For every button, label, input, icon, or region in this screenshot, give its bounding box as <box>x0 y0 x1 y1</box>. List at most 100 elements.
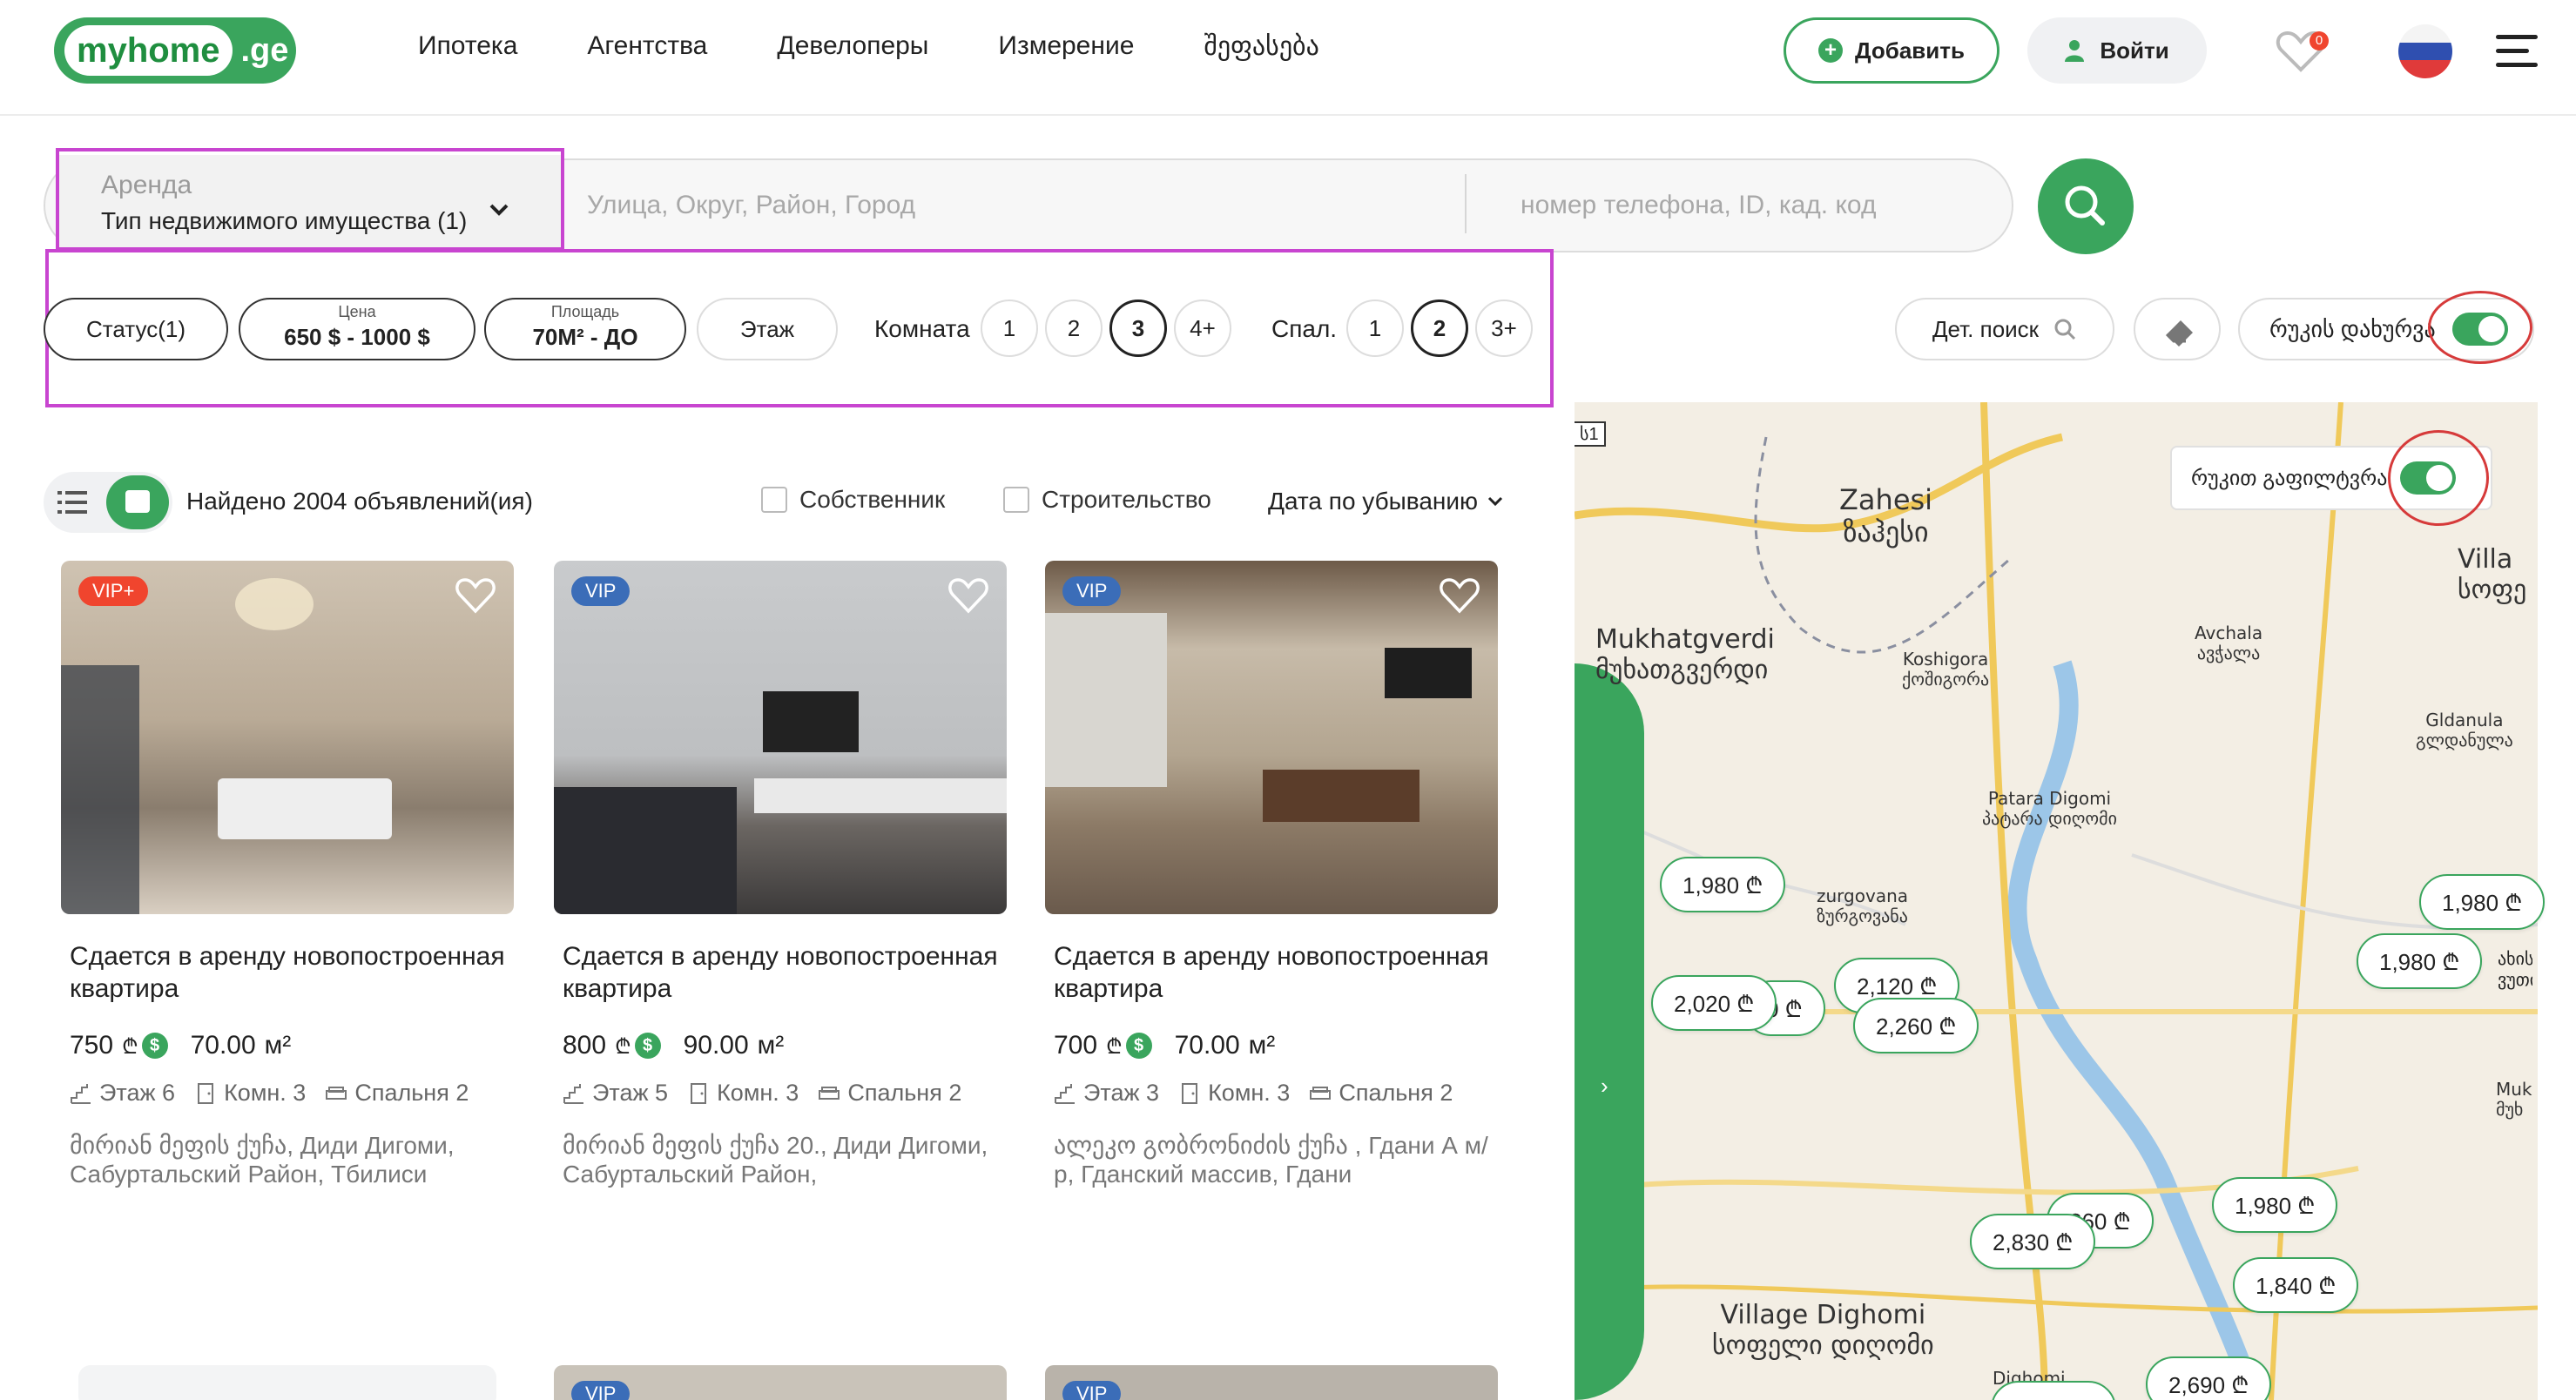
add-listing-button[interactable]: + Добавить <box>1784 17 1999 84</box>
area-filter-value: 70M² - ДО <box>532 323 638 350</box>
listing-title[interactable]: Сдается в аренду новопостроенная квартир… <box>563 940 1007 1005</box>
road-sign: ს1 <box>1575 421 1606 447</box>
highlight-deal-box <box>56 148 564 251</box>
detailed-search-button[interactable]: Дет. поиск <box>1895 298 2114 360</box>
bedrooms-option-3plus[interactable]: 3+ <box>1475 300 1533 357</box>
nav-developers[interactable]: Девелоперы <box>777 31 928 62</box>
area-filter-label: Площадь <box>550 303 620 320</box>
map-price-marker[interactable]: 1,980 ₾ <box>2357 933 2483 989</box>
construction-checkbox-box[interactable] <box>1003 487 1029 513</box>
listing-rooms: Комн. 3 <box>224 1080 307 1106</box>
door-icon <box>198 1082 214 1104</box>
nav-evaluation[interactable]: შეფასება <box>1204 31 1318 62</box>
rooms-option-3[interactable]: 3 <box>1109 300 1167 357</box>
myhome-logo[interactable]: myhome .ge <box>54 17 296 84</box>
map-price-marker[interactable]: 1,980 ₾ <box>2419 874 2546 930</box>
bedrooms-option-2[interactable]: 2 <box>1411 300 1468 357</box>
search-divider <box>1465 174 1467 233</box>
map-price-marker[interactable]: 2,690 ₾ <box>2146 1356 2272 1400</box>
rooms-label: Комната <box>874 315 970 342</box>
nav-agencies[interactable]: Агентства <box>587 31 707 62</box>
main-nav: Ипотека Агентства Девелоперы Измерение შ… <box>418 31 1319 62</box>
listing-area: 90.00 <box>683 1031 749 1060</box>
listing-title[interactable]: Сдается в аренду новопостроенная квартир… <box>70 940 514 1005</box>
price-filter-value: 650 $ - 1000 $ <box>284 323 430 350</box>
place-mukhatgverdi: Mukhatgverdi მუხათგვერდი <box>1595 624 1775 685</box>
grid-view-icon[interactable] <box>106 475 169 529</box>
owner-checkbox-box[interactable] <box>761 487 787 513</box>
listing-price-row: 750 ₾ $ 70.00 м² <box>70 1031 514 1060</box>
login-button[interactable]: Войти <box>2027 17 2207 84</box>
results-count: Найдено 2004 объявлений(ия) <box>186 488 533 515</box>
user-icon <box>2065 40 2085 62</box>
listing-photo[interactable]: VIP <box>554 561 1007 914</box>
chevron-down-icon <box>1487 496 1503 507</box>
rooms-option-2[interactable]: 2 <box>1045 300 1103 357</box>
language-flag-ru-icon[interactable] <box>2398 24 2452 78</box>
listing-photo[interactable]: VIP <box>1045 561 1498 914</box>
place-zahesi: Zahesi ზაჰესი <box>1839 483 1933 549</box>
listing-title[interactable]: Сдается в аренду новопостроенная квартир… <box>1054 940 1498 1005</box>
map-price-marker[interactable]: 2,020 ₾ <box>1651 975 1777 1031</box>
lari-icon[interactable]: ₾ <box>122 1032 138 1060</box>
list-view-icon[interactable] <box>57 489 89 515</box>
price-filter[interactable]: Цена 650 $ - 1000 $ <box>239 298 475 360</box>
listing-address: მირიან მეფის ქუჩა, Диди Дигоми, Сабуртал… <box>70 1132 455 1188</box>
id-search-input[interactable] <box>1480 171 1994 240</box>
map-price-marker[interactable]: 1,840 ₾ <box>2233 1257 2359 1313</box>
place-village-dighomi: Village Dighomi სოფელი დიღომი <box>1712 1300 1934 1361</box>
listing-card-partial[interactable] <box>78 1365 496 1400</box>
listing-card[interactable]: VIP Сдается в аренду новопостроенная ква… <box>554 561 1007 1188</box>
listing-price: 800 <box>563 1031 607 1060</box>
sort-dropdown[interactable]: Дата по убыванию <box>1268 488 1504 515</box>
nav-measurement[interactable]: Измерение <box>998 31 1134 62</box>
nav-mortgage[interactable]: Ипотека <box>418 31 517 62</box>
usd-icon[interactable]: $ <box>141 1033 168 1059</box>
listing-card[interactable]: VIP+ Сдается в аренду новопостроенная кв… <box>61 561 514 1188</box>
address-search-input[interactable] <box>566 171 1454 240</box>
lari-icon[interactable]: ₾ <box>615 1032 631 1060</box>
listing-bedrooms: Спальня 2 <box>847 1080 962 1106</box>
bedrooms-option-1[interactable]: 1 <box>1346 300 1404 357</box>
eraser-icon <box>2165 320 2193 347</box>
listing-card[interactable]: VIP Сдается в аренду новопостроенная ква… <box>1045 561 1498 1188</box>
owner-checkbox[interactable]: Собственник <box>761 486 945 514</box>
listing-rooms: Комн. 3 <box>1208 1080 1291 1106</box>
map-price-marker[interactable]: 2,260 ₾ <box>1853 998 1979 1053</box>
listing-card-partial[interactable]: VIP <box>1045 1365 1498 1400</box>
door-icon <box>1182 1082 1198 1104</box>
logo-suffix: .ge <box>240 31 289 69</box>
rooms-option-4plus[interactable]: 4+ <box>1174 300 1231 357</box>
rooms-option-1[interactable]: 1 <box>981 300 1038 357</box>
listing-floor: Этаж 6 <box>99 1080 176 1106</box>
map-price-marker[interactable]: 1,980 ₾ <box>2212 1177 2338 1233</box>
floor-filter[interactable]: Этаж <box>697 298 838 360</box>
clear-filters-button[interactable] <box>2134 298 2221 360</box>
menu-burger-icon[interactable] <box>2496 35 2538 68</box>
construction-checkbox[interactable]: Строительство <box>1003 486 1211 514</box>
favorite-heart-icon[interactable] <box>947 576 989 615</box>
favorite-heart-icon[interactable] <box>455 576 496 615</box>
place-zurgovana: zurgovana ზურგოვანა <box>1817 885 1908 926</box>
area-filter[interactable]: Площадь 70M² - ДО <box>484 298 686 360</box>
usd-icon[interactable]: $ <box>1125 1033 1152 1059</box>
search-icon <box>2054 319 2076 340</box>
map-price-marker[interactable]: 1,980 ₾ <box>1660 857 1786 912</box>
plus-icon: + <box>1818 38 1844 63</box>
search-button[interactable] <box>2038 158 2134 254</box>
listing-card-partial[interactable]: VIP <box>554 1365 1007 1400</box>
listing-photo[interactable]: VIP+ <box>61 561 514 914</box>
owner-checkbox-label: Собственник <box>799 486 946 513</box>
map-expand-arrow-icon[interactable]: › <box>1601 1073 1608 1100</box>
lari-icon[interactable]: ₾ <box>1106 1032 1123 1060</box>
favorite-heart-icon[interactable] <box>1439 576 1480 615</box>
listing-badge: VIP <box>1062 1381 1122 1400</box>
usd-icon[interactable]: $ <box>634 1033 661 1059</box>
search-icon <box>2065 185 2105 225</box>
map-price-marker[interactable]: 1,010 ₾ <box>1991 1381 2117 1400</box>
door-icon <box>691 1082 707 1104</box>
map-price-marker[interactable]: 2,830 ₾ <box>1970 1214 2096 1269</box>
place-avchala: Avchala ავჭალა <box>2195 623 2263 663</box>
status-filter[interactable]: Статус(1) <box>44 298 228 360</box>
map-filter-label: რუკით გაფილტვრა <box>2191 466 2388 490</box>
